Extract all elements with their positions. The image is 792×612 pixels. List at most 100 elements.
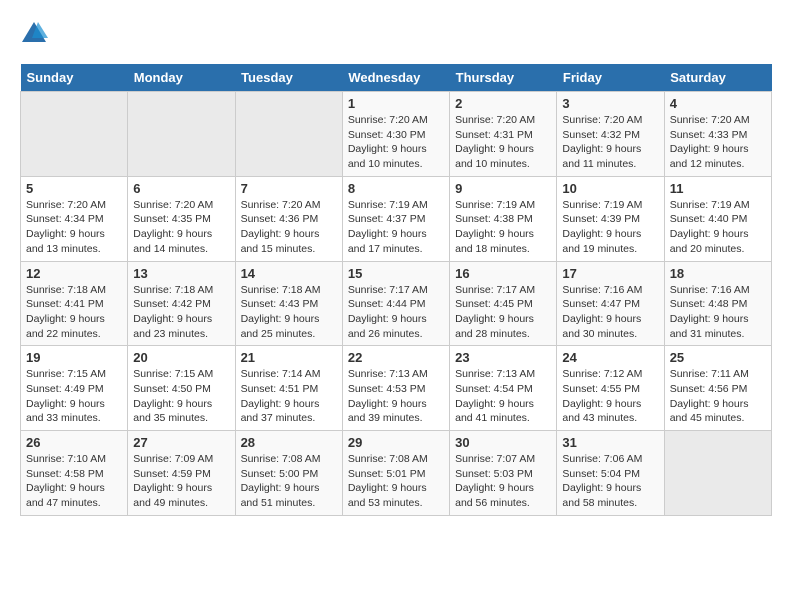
calendar-week-1: 1 Sunrise: 7:20 AM Sunset: 4:30 PM Daylig… xyxy=(21,92,772,177)
day-number: 18 xyxy=(670,266,766,281)
day-info: Sunrise: 7:18 AM Sunset: 4:42 PM Dayligh… xyxy=(133,283,229,342)
day-number: 20 xyxy=(133,350,229,365)
calendar-week-5: 26 Sunrise: 7:10 AM Sunset: 4:58 PM Dayli… xyxy=(21,431,772,516)
calendar-cell: 22 Sunrise: 7:13 AM Sunset: 4:53 PM Dayli… xyxy=(342,346,449,431)
calendar-cell: 5 Sunrise: 7:20 AM Sunset: 4:34 PM Daylig… xyxy=(21,176,128,261)
day-info: Sunrise: 7:09 AM Sunset: 4:59 PM Dayligh… xyxy=(133,452,229,511)
day-info: Sunrise: 7:13 AM Sunset: 4:53 PM Dayligh… xyxy=(348,367,444,426)
day-info: Sunrise: 7:16 AM Sunset: 4:48 PM Dayligh… xyxy=(670,283,766,342)
day-info: Sunrise: 7:15 AM Sunset: 4:50 PM Dayligh… xyxy=(133,367,229,426)
header-monday: Monday xyxy=(128,64,235,92)
day-info: Sunrise: 7:20 AM Sunset: 4:36 PM Dayligh… xyxy=(241,198,337,257)
calendar-cell xyxy=(235,92,342,177)
day-number: 28 xyxy=(241,435,337,450)
calendar-week-2: 5 Sunrise: 7:20 AM Sunset: 4:34 PM Daylig… xyxy=(21,176,772,261)
day-info: Sunrise: 7:16 AM Sunset: 4:47 PM Dayligh… xyxy=(562,283,658,342)
day-number: 22 xyxy=(348,350,444,365)
day-number: 1 xyxy=(348,96,444,111)
header-tuesday: Tuesday xyxy=(235,64,342,92)
calendar-cell: 30 Sunrise: 7:07 AM Sunset: 5:03 PM Dayli… xyxy=(450,431,557,516)
day-info: Sunrise: 7:13 AM Sunset: 4:54 PM Dayligh… xyxy=(455,367,551,426)
day-info: Sunrise: 7:14 AM Sunset: 4:51 PM Dayligh… xyxy=(241,367,337,426)
day-number: 26 xyxy=(26,435,122,450)
calendar-cell: 28 Sunrise: 7:08 AM Sunset: 5:00 PM Dayli… xyxy=(235,431,342,516)
day-number: 29 xyxy=(348,435,444,450)
day-number: 15 xyxy=(348,266,444,281)
day-number: 23 xyxy=(455,350,551,365)
calendar-cell: 21 Sunrise: 7:14 AM Sunset: 4:51 PM Dayli… xyxy=(235,346,342,431)
calendar-cell: 18 Sunrise: 7:16 AM Sunset: 4:48 PM Dayli… xyxy=(664,261,771,346)
day-info: Sunrise: 7:15 AM Sunset: 4:49 PM Dayligh… xyxy=(26,367,122,426)
day-info: Sunrise: 7:19 AM Sunset: 4:39 PM Dayligh… xyxy=(562,198,658,257)
day-number: 16 xyxy=(455,266,551,281)
calendar-cell xyxy=(664,431,771,516)
calendar-cell: 11Sunrise: 7:19 AM Sunset: 4:40 PM Dayli… xyxy=(664,176,771,261)
day-number: 24 xyxy=(562,350,658,365)
header-friday: Friday xyxy=(557,64,664,92)
day-info: Sunrise: 7:17 AM Sunset: 4:45 PM Dayligh… xyxy=(455,283,551,342)
day-number: 13 xyxy=(133,266,229,281)
calendar-cell: 16 Sunrise: 7:17 AM Sunset: 4:45 PM Dayli… xyxy=(450,261,557,346)
calendar-week-3: 12Sunrise: 7:18 AM Sunset: 4:41 PM Dayli… xyxy=(21,261,772,346)
calendar-header-row: SundayMondayTuesdayWednesdayThursdayFrid… xyxy=(21,64,772,92)
day-number: 10 xyxy=(562,181,658,196)
calendar-cell: 31 Sunrise: 7:06 AM Sunset: 5:04 PM Dayli… xyxy=(557,431,664,516)
day-info: Sunrise: 7:06 AM Sunset: 5:04 PM Dayligh… xyxy=(562,452,658,511)
calendar-cell xyxy=(128,92,235,177)
calendar-cell: 7 Sunrise: 7:20 AM Sunset: 4:36 PM Daylig… xyxy=(235,176,342,261)
day-number: 17 xyxy=(562,266,658,281)
calendar-cell: 9Sunrise: 7:19 AM Sunset: 4:38 PM Daylig… xyxy=(450,176,557,261)
day-number: 3 xyxy=(562,96,658,111)
day-number: 30 xyxy=(455,435,551,450)
day-number: 31 xyxy=(562,435,658,450)
calendar-cell: 15Sunrise: 7:17 AM Sunset: 4:44 PM Dayli… xyxy=(342,261,449,346)
day-number: 14 xyxy=(241,266,337,281)
day-number: 5 xyxy=(26,181,122,196)
day-number: 8 xyxy=(348,181,444,196)
calendar-week-4: 19Sunrise: 7:15 AM Sunset: 4:49 PM Dayli… xyxy=(21,346,772,431)
calendar-cell: 20 Sunrise: 7:15 AM Sunset: 4:50 PM Dayli… xyxy=(128,346,235,431)
day-number: 2 xyxy=(455,96,551,111)
header-sunday: Sunday xyxy=(21,64,128,92)
calendar-cell: 13 Sunrise: 7:18 AM Sunset: 4:42 PM Dayli… xyxy=(128,261,235,346)
logo-icon xyxy=(20,20,48,48)
day-info: Sunrise: 7:08 AM Sunset: 5:01 PM Dayligh… xyxy=(348,452,444,511)
calendar-cell: 25Sunrise: 7:11 AM Sunset: 4:56 PM Dayli… xyxy=(664,346,771,431)
header-wednesday: Wednesday xyxy=(342,64,449,92)
day-info: Sunrise: 7:11 AM Sunset: 4:56 PM Dayligh… xyxy=(670,367,766,426)
day-number: 21 xyxy=(241,350,337,365)
calendar-table: SundayMondayTuesdayWednesdayThursdayFrid… xyxy=(20,64,772,516)
calendar-cell: 24 Sunrise: 7:12 AM Sunset: 4:55 PM Dayli… xyxy=(557,346,664,431)
calendar-cell: 19Sunrise: 7:15 AM Sunset: 4:49 PM Dayli… xyxy=(21,346,128,431)
calendar-cell xyxy=(21,92,128,177)
day-info: Sunrise: 7:12 AM Sunset: 4:55 PM Dayligh… xyxy=(562,367,658,426)
day-info: Sunrise: 7:20 AM Sunset: 4:30 PM Dayligh… xyxy=(348,113,444,172)
calendar-cell: 23 Sunrise: 7:13 AM Sunset: 4:54 PM Dayli… xyxy=(450,346,557,431)
calendar-cell: 8 Sunrise: 7:19 AM Sunset: 4:37 PM Daylig… xyxy=(342,176,449,261)
calendar-cell: 14 Sunrise: 7:18 AM Sunset: 4:43 PM Dayli… xyxy=(235,261,342,346)
day-info: Sunrise: 7:18 AM Sunset: 4:43 PM Dayligh… xyxy=(241,283,337,342)
day-info: Sunrise: 7:20 AM Sunset: 4:31 PM Dayligh… xyxy=(455,113,551,172)
calendar-cell: 1 Sunrise: 7:20 AM Sunset: 4:30 PM Daylig… xyxy=(342,92,449,177)
day-info: Sunrise: 7:20 AM Sunset: 4:35 PM Dayligh… xyxy=(133,198,229,257)
header-thursday: Thursday xyxy=(450,64,557,92)
day-number: 12 xyxy=(26,266,122,281)
calendar-cell: 4 Sunrise: 7:20 AM Sunset: 4:33 PM Daylig… xyxy=(664,92,771,177)
page-header xyxy=(20,20,772,48)
calendar-cell: 27 Sunrise: 7:09 AM Sunset: 4:59 PM Dayli… xyxy=(128,431,235,516)
day-number: 7 xyxy=(241,181,337,196)
day-number: 27 xyxy=(133,435,229,450)
calendar-cell: 29 Sunrise: 7:08 AM Sunset: 5:01 PM Dayli… xyxy=(342,431,449,516)
day-info: Sunrise: 7:07 AM Sunset: 5:03 PM Dayligh… xyxy=(455,452,551,511)
day-info: Sunrise: 7:20 AM Sunset: 4:32 PM Dayligh… xyxy=(562,113,658,172)
day-info: Sunrise: 7:08 AM Sunset: 5:00 PM Dayligh… xyxy=(241,452,337,511)
day-number: 4 xyxy=(670,96,766,111)
calendar-cell: 2 Sunrise: 7:20 AM Sunset: 4:31 PM Daylig… xyxy=(450,92,557,177)
day-info: Sunrise: 7:19 AM Sunset: 4:37 PM Dayligh… xyxy=(348,198,444,257)
day-info: Sunrise: 7:10 AM Sunset: 4:58 PM Dayligh… xyxy=(26,452,122,511)
day-info: Sunrise: 7:20 AM Sunset: 4:33 PM Dayligh… xyxy=(670,113,766,172)
day-info: Sunrise: 7:20 AM Sunset: 4:34 PM Dayligh… xyxy=(26,198,122,257)
day-number: 6 xyxy=(133,181,229,196)
calendar-cell: 12Sunrise: 7:18 AM Sunset: 4:41 PM Dayli… xyxy=(21,261,128,346)
day-number: 11 xyxy=(670,181,766,196)
